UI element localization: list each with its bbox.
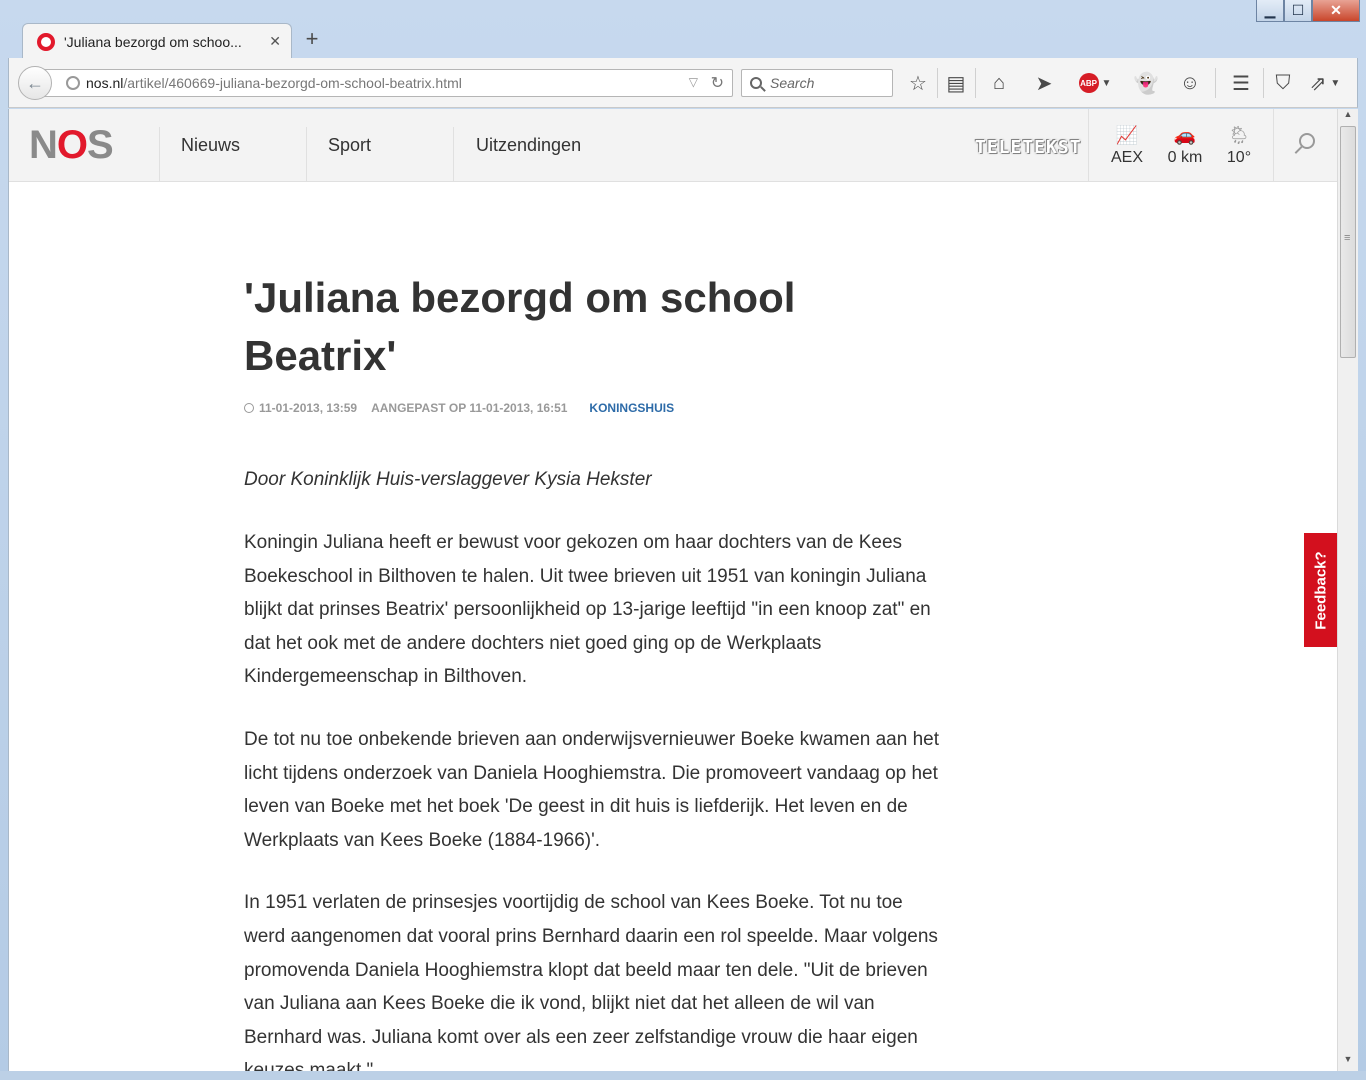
- site-identity-icon[interactable]: [66, 76, 80, 90]
- nav-separator: [159, 127, 160, 181]
- close-window-button[interactable]: ✕: [1312, 0, 1360, 22]
- chart-icon: 📈: [1115, 125, 1139, 145]
- logo-letter: O: [56, 123, 88, 167]
- search-icon: [750, 77, 762, 89]
- feedback-button[interactable]: Feedback?: [1304, 533, 1337, 647]
- nos-favicon-icon: [37, 32, 55, 51]
- home-icon[interactable]: ⌂: [986, 70, 1012, 96]
- toolbar-separator: [937, 68, 938, 98]
- minimize-button[interactable]: ▁: [1256, 0, 1284, 22]
- weather-widget[interactable]: 🌦 10°: [1214, 125, 1264, 167]
- feedback-label: Feedback?: [1312, 550, 1330, 630]
- reload-icon[interactable]: ↻: [711, 73, 724, 93]
- traffic-widget[interactable]: 🚗 0 km: [1160, 125, 1210, 167]
- back-arrow-icon: ←: [26, 72, 44, 93]
- aex-widget[interactable]: 📈 AEX: [1102, 125, 1152, 167]
- car-icon: 🚗: [1173, 125, 1197, 145]
- send-icon[interactable]: ➤: [1031, 70, 1057, 96]
- published-date: 11-01-2013, 13:59: [259, 401, 358, 415]
- tab-title: 'Juliana bezorgd om schoo...: [64, 33, 242, 50]
- weather-label: 10°: [1226, 149, 1252, 166]
- article-headline: 'Juliana bezorgd om school Beatrix': [244, 274, 796, 379]
- updated-date: AANGEPAST OP 11-01-2013, 16:51: [371, 401, 568, 415]
- search-input[interactable]: Search: [741, 69, 893, 97]
- logo-letter: N: [29, 123, 58, 167]
- aex-label: AEX: [1110, 149, 1143, 166]
- nav-item-uitzendingen[interactable]: Uitzendingen: [476, 135, 581, 156]
- back-button[interactable]: ←: [18, 66, 52, 100]
- browser-window: ▁ ☐ ✕ 'Juliana bezorgd om schoo... ✕ + ←…: [0, 0, 1366, 1080]
- page-viewport: NOS Nieuws Sport Uitzendingen TELETEKST …: [8, 109, 1337, 1071]
- topic-link[interactable]: KONINGSHUIS: [589, 401, 674, 415]
- clock-icon: [244, 403, 254, 413]
- nav-item-nieuws[interactable]: Nieuws: [181, 135, 240, 156]
- nav-item-sport[interactable]: Sport: [328, 135, 371, 156]
- site-search-icon[interactable]: [1299, 133, 1315, 149]
- weather-icon: 🌦: [1227, 125, 1251, 145]
- ghostery-icon[interactable]: 👻: [1133, 70, 1159, 96]
- chevron-down-icon: ▼: [1101, 77, 1112, 89]
- vertical-scrollbar[interactable]: ▲ ▼: [1337, 109, 1358, 1071]
- url-dropdown-icon[interactable]: ▽: [689, 75, 698, 89]
- menu-icon[interactable]: ☰: [1228, 70, 1254, 96]
- header-separator: [1273, 109, 1274, 181]
- bookmarks-list-icon[interactable]: ▤: [943, 70, 969, 96]
- teletekst-link[interactable]: TELETEKST: [975, 137, 1082, 158]
- adblock-plus-icon: ABP: [1078, 73, 1099, 93]
- window-bottom-border: [0, 1071, 1366, 1080]
- header-separator: [1088, 109, 1089, 181]
- address-bar[interactable]: nos.nl/artikel/460669-juliana-bezorgd-om…: [43, 69, 733, 97]
- article-byline: Door Koninklijk Huis-verslaggever Kysia …: [244, 469, 652, 490]
- maximize-button[interactable]: ☐: [1284, 0, 1312, 22]
- article: 'Juliana bezorgd om school Beatrix' 11-0…: [244, 269, 944, 1071]
- browser-tab-active[interactable]: 'Juliana bezorgd om schoo... ✕: [22, 23, 292, 59]
- toolbar-separator: [1263, 68, 1264, 98]
- window-controls: ▁ ☐ ✕: [1256, 0, 1360, 22]
- traffic-label: 0 km: [1167, 149, 1203, 166]
- search-placeholder: Search: [770, 75, 815, 91]
- bookmark-star-icon[interactable]: ☆: [905, 70, 931, 96]
- logo-letter: S: [87, 123, 114, 167]
- new-tab-button[interactable]: +: [300, 26, 324, 52]
- url-path: /artikel/460669-juliana-bezorgd-om-schoo…: [123, 75, 462, 91]
- scroll-down-icon[interactable]: ▼: [1338, 1054, 1358, 1071]
- url-host: nos.nl: [86, 75, 124, 91]
- nos-logo[interactable]: NOS: [29, 123, 114, 168]
- article-paragraph: Koningin Juliana heeft er bewust voor ge…: [244, 532, 931, 688]
- nav-separator: [453, 127, 454, 181]
- tab-close-icon[interactable]: ✕: [269, 33, 281, 50]
- scroll-up-icon[interactable]: ▲: [1338, 109, 1358, 126]
- article-paragraph: De tot nu toe onbekende brieven aan onde…: [244, 728, 940, 851]
- navigation-toolbar: ← nos.nl/artikel/460669-juliana-bezorgd-…: [8, 58, 1358, 108]
- chevron-down-icon: ▼: [1330, 77, 1341, 89]
- nav-separator: [306, 127, 307, 181]
- adblock-plus-button[interactable]: ABP ▼: [1075, 70, 1115, 96]
- toolbar-separator: [975, 68, 976, 98]
- article-meta: 11-01-2013, 13:59 AANGEPAST OP 11-01-201…: [244, 401, 944, 415]
- toolbar-separator: [1215, 68, 1216, 98]
- article-paragraph: In 1951 verlaten de prinsesjes voortijdi…: [244, 892, 938, 1071]
- shield-icon[interactable]: ⛉: [1270, 70, 1296, 96]
- chat-icon[interactable]: ☺: [1177, 70, 1203, 96]
- share-button[interactable]: ⇗ ▼: [1303, 70, 1347, 96]
- site-header: NOS Nieuws Sport Uitzendingen TELETEKST …: [9, 109, 1337, 182]
- scrollbar-thumb[interactable]: [1340, 126, 1356, 358]
- share-icon: ⇗: [1309, 72, 1327, 95]
